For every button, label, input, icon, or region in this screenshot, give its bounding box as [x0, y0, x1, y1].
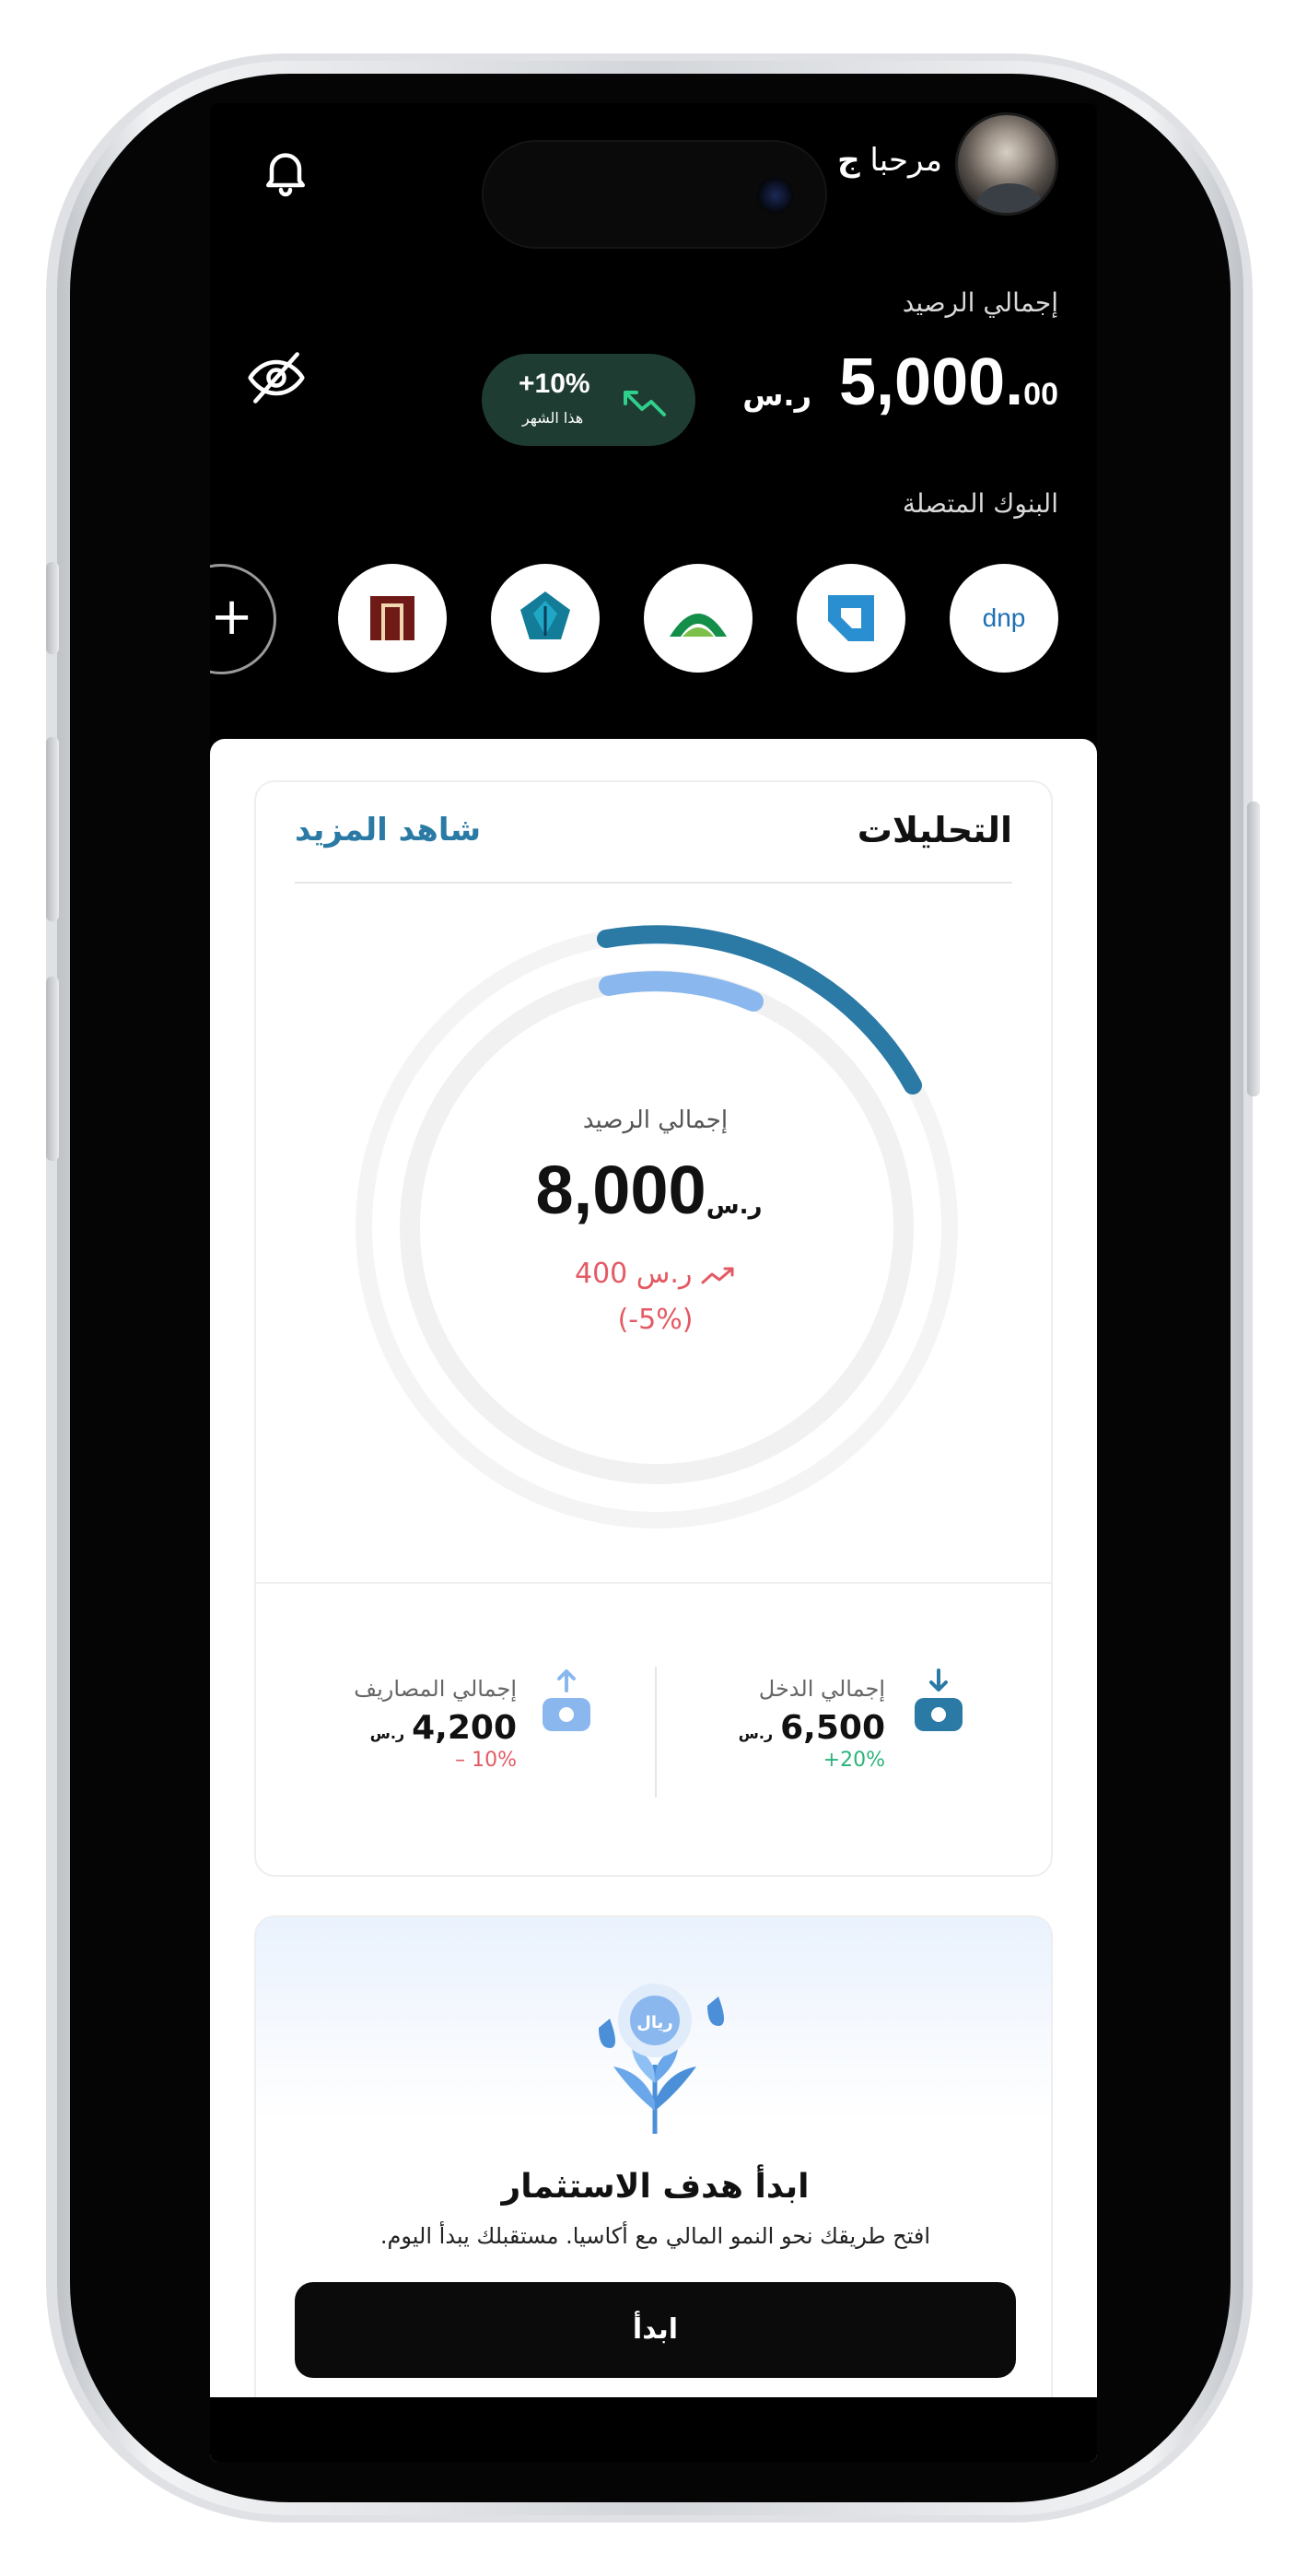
trend-down-icon — [701, 1267, 734, 1283]
monthly-change-badge: +10% هذا الشهر — [482, 354, 695, 446]
change-percent: +10% — [519, 369, 590, 399]
teal-crest-logo — [520, 591, 570, 639]
income-change: 20%+ — [823, 1749, 885, 1772]
income-label: إجمالي الدخل — [758, 1676, 885, 1702]
coin-label: ريال — [636, 2013, 673, 2032]
power-button — [1247, 802, 1260, 1096]
income-download-icon — [915, 1669, 963, 1731]
svg-text:dnp: dnp — [983, 603, 1026, 632]
ring-total-label: إجمالي الرصيد — [582, 1107, 729, 1134]
ring-total-amount: ر.س8,000 — [256, 1151, 1055, 1229]
ring-change-value: 400 ر.س — [575, 1258, 693, 1290]
bell-icon[interactable] — [258, 144, 313, 199]
ring-change-percent: (-5%) — [617, 1304, 694, 1336]
expenses-stat: إجمالي المصاريف 4,200 ر.س 10% – — [354, 1676, 517, 1772]
dynamic-island — [482, 140, 827, 249]
eye-off-icon[interactable] — [245, 346, 308, 409]
maroon-door-logo — [370, 596, 414, 640]
expenses-label: إجمالي المصاريف — [354, 1676, 517, 1702]
income-stat: إجمالي الدخل 6,500 ر.س 20%+ — [739, 1676, 885, 1772]
avatar[interactable] — [955, 112, 1058, 216]
income-value: 6,500 — [780, 1709, 885, 1747]
investment-goal-card: ريال ابدأ هدف الاستثمار افتح طريقك نحو ا… — [254, 1915, 1053, 2431]
expenses-change: 10% – — [455, 1749, 517, 1772]
plant-growth-illustration: ريال — [599, 1984, 724, 2134]
income-currency: ر.س — [738, 1725, 774, 1742]
greeting: مرحبا ج — [837, 142, 942, 179]
balance-amount: 5,000. 00 — [839, 345, 1058, 420]
expenses-value: 4,200 — [412, 1709, 517, 1747]
volume-up-button — [46, 737, 59, 921]
analytics-card: التحليلات شاهد المزيد إجمالي الرصيد ر.س8… — [254, 780, 1053, 1877]
analytics-title: التحليلات — [857, 810, 1012, 850]
bank-maroon-door[interactable] — [338, 564, 447, 673]
change-period: هذا الشهر — [522, 409, 584, 427]
ring-change: 400 ر.س — [256, 1258, 1055, 1290]
bank-green-arch[interactable] — [644, 564, 753, 673]
greeting-prefix: مرحبا — [869, 142, 942, 179]
green-arch-logo — [670, 614, 727, 637]
front-camera — [757, 177, 794, 214]
investment-title: ابدأ هدف الاستثمار — [501, 2168, 810, 2206]
balance-whole: 5,000. — [838, 345, 1024, 419]
balance-label: إجمالي الرصيد — [902, 287, 1058, 318]
balance-fraction: 00 — [1023, 377, 1058, 412]
inner-ring-arc — [599, 971, 764, 1012]
connected-banks-label: البنوك المتصلة — [902, 488, 1058, 519]
trend-up-icon — [624, 391, 666, 416]
stats-separator — [655, 1667, 657, 1797]
bank-blue-square[interactable] — [797, 564, 905, 673]
volume-down-button — [46, 977, 59, 1161]
balance-currency: ر.س — [742, 378, 811, 413]
bottom-bar — [210, 2397, 1097, 2462]
investment-description: افتح طريقك نحو النمو المالي مع أكاسيا. م… — [379, 2223, 931, 2249]
ring-currency: ر.س — [706, 1192, 763, 1220]
expense-upload-icon — [543, 1669, 590, 1731]
app-screen: مرحبا ج إجمالي الرصيد 5,000. 00 ر.س +10% … — [210, 103, 1097, 2462]
ring-total-value: 8,000 — [535, 1152, 706, 1228]
expenses-currency: ر.س — [369, 1725, 405, 1742]
bank-teal-crest[interactable] — [491, 564, 600, 673]
bank-dnp[interactable]: dnp — [950, 564, 1058, 673]
card-divider — [295, 882, 1012, 884]
expenses-amount: 4,200 ر.س — [354, 1709, 517, 1747]
content-sheet: التحليلات شاهد المزيد إجمالي الرصيد ر.س8… — [210, 739, 1097, 2462]
stats-divider — [256, 1582, 1051, 1584]
income-amount: 6,500 ر.س — [739, 1709, 885, 1747]
add-bank-button[interactable]: + — [210, 564, 276, 674]
action-button — [46, 562, 59, 654]
blue-square-logo — [828, 595, 874, 641]
see-more-link[interactable]: شاهد المزيد — [295, 812, 481, 849]
dnp-logo: dnp — [983, 603, 1026, 632]
greeting-name: ج — [837, 142, 860, 179]
start-button[interactable]: ابدأ — [295, 2282, 1016, 2378]
